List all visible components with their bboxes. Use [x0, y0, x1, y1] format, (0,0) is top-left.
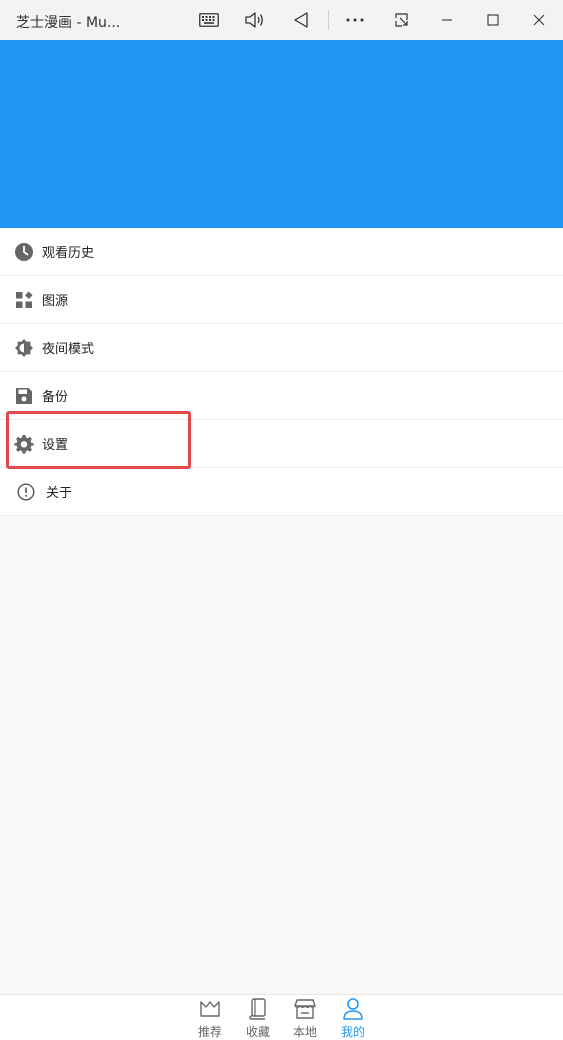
widgets-icon — [14, 290, 34, 310]
more-icon[interactable] — [342, 8, 368, 32]
menu-item-label: 备份 — [42, 390, 69, 405]
menu-item-label: 关于 — [46, 486, 73, 501]
title-bar: 芝士漫画 - Mu... — [0, 0, 563, 40]
back-triangle-icon[interactable] — [288, 8, 314, 32]
menu-item-settings[interactable]: 设置 — [0, 420, 563, 468]
brightness-icon — [14, 338, 34, 358]
store-icon — [285, 997, 325, 1021]
clock-icon — [14, 242, 34, 262]
nav-tab-mine[interactable]: 我的 — [333, 997, 373, 1039]
settings-menu: 观看历史 图源 夜间模式 备份 设置 关于 — [0, 228, 563, 516]
nav-label: 推荐 — [197, 1025, 222, 1039]
keyboard-icon[interactable] — [196, 8, 222, 32]
titlebar-separator — [328, 10, 329, 30]
volume-icon[interactable] — [242, 8, 268, 32]
gear-icon — [14, 434, 34, 454]
nav-label: 本地 — [292, 1025, 317, 1039]
book-icon — [238, 997, 278, 1021]
menu-item-about[interactable]: 关于 — [0, 468, 563, 516]
person-icon — [333, 997, 373, 1021]
crown-icon — [190, 997, 230, 1021]
menu-item-label: 设置 — [42, 438, 69, 453]
snip-icon[interactable] — [389, 8, 415, 32]
menu-item-label: 观看历史 — [42, 246, 95, 261]
save-icon — [14, 386, 34, 406]
app-window: 芝士漫画 - Mu... 观看历史 图源 夜间模式 备份 设置 关于 推荐 收藏… — [0, 0, 563, 1040]
maximize-icon[interactable] — [480, 8, 506, 32]
minimize-icon[interactable] — [434, 8, 460, 32]
menu-item-backup[interactable]: 备份 — [0, 372, 563, 420]
nav-label: 收藏 — [245, 1025, 270, 1039]
info-icon — [16, 482, 36, 502]
menu-item-label: 图源 — [42, 294, 69, 309]
bottom-navigation: 推荐 收藏 本地 我的 — [0, 994, 563, 1040]
nav-label: 我的 — [340, 1025, 365, 1039]
nav-tab-local[interactable]: 本地 — [285, 997, 325, 1039]
menu-item-sources[interactable]: 图源 — [0, 276, 563, 324]
menu-item-history[interactable]: 观看历史 — [0, 228, 563, 276]
window-title: 芝士漫画 - Mu... — [16, 15, 121, 31]
close-icon[interactable] — [526, 8, 552, 32]
menu-item-label: 夜间模式 — [42, 342, 95, 357]
nav-tab-recommend[interactable]: 推荐 — [190, 997, 230, 1039]
nav-tab-favorites[interactable]: 收藏 — [238, 997, 278, 1039]
profile-header-banner — [0, 40, 563, 228]
menu-item-night-mode[interactable]: 夜间模式 — [0, 324, 563, 372]
